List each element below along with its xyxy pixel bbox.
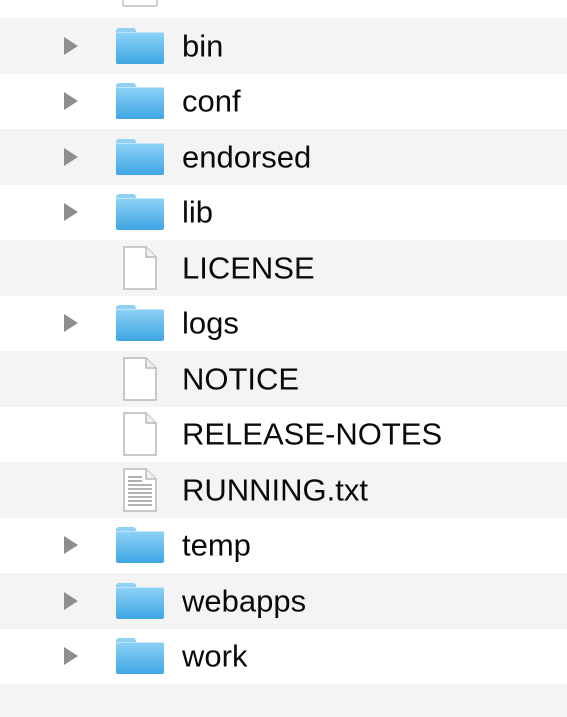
file-name: RELEASE-NOTES: [182, 416, 443, 452]
folder-icon: [116, 83, 164, 120]
disclosure-triangle-icon[interactable]: [64, 591, 78, 610]
folder-icon: [116, 305, 164, 342]
disclosure-triangle-icon[interactable]: [64, 536, 78, 555]
file-row-license[interactable]: LICENSE: [0, 240, 567, 296]
file-name: bin: [182, 28, 224, 64]
file-row-work[interactable]: work: [0, 628, 567, 684]
document-icon: [123, 357, 157, 401]
file-name: RUNNING.txt: [182, 472, 368, 508]
disclosure-triangle-icon[interactable]: [64, 147, 78, 166]
disclosure-triangle-icon[interactable]: [64, 92, 78, 111]
file-name: LICENSE: [182, 250, 315, 286]
file-name: webapps: [182, 583, 307, 619]
document-icon: [122, 0, 158, 7]
document-icon: [123, 246, 157, 290]
disclosure-triangle-icon[interactable]: [64, 647, 78, 666]
file-row-temp[interactable]: temp: [0, 517, 567, 573]
disclosure-triangle-icon[interactable]: [64, 203, 78, 222]
file-name: logs: [182, 305, 239, 341]
folder-icon: [116, 638, 164, 675]
file-row-lib[interactable]: lib: [0, 184, 567, 240]
folder-icon: [116, 138, 164, 175]
file-name: temp: [182, 527, 251, 563]
disclosure-triangle-icon[interactable]: [64, 36, 78, 55]
file-name: lib: [182, 194, 214, 230]
disclosure-triangle-icon[interactable]: [64, 314, 78, 333]
folder-icon: [116, 582, 164, 619]
folder-icon: [116, 27, 164, 64]
file-row-running-txt[interactable]: RUNNING.txt: [0, 462, 567, 518]
file-name: endorsed: [182, 139, 312, 175]
file-row-webapps[interactable]: webapps: [0, 573, 567, 629]
folder-icon: [116, 527, 164, 564]
document-icon: [123, 412, 157, 456]
file-row-notice[interactable]: NOTICE: [0, 351, 567, 407]
finder-file-list: bin conf endorsed lib LICENSE logs NOTICE RELEA…: [0, 0, 567, 717]
folder-icon: [116, 194, 164, 231]
file-row-endorsed[interactable]: endorsed: [0, 129, 567, 185]
file-row-release-notes[interactable]: RELEASE-NOTES: [0, 406, 567, 462]
file-row-bin[interactable]: bin: [0, 18, 567, 74]
file-name: work: [182, 638, 248, 674]
empty-row: [0, 684, 567, 717]
file-name: NOTICE: [182, 361, 300, 397]
file-row-logs[interactable]: logs: [0, 295, 567, 351]
file-name: conf: [182, 83, 241, 119]
file-row-conf[interactable]: conf: [0, 73, 567, 129]
text-document-icon: [123, 468, 157, 512]
